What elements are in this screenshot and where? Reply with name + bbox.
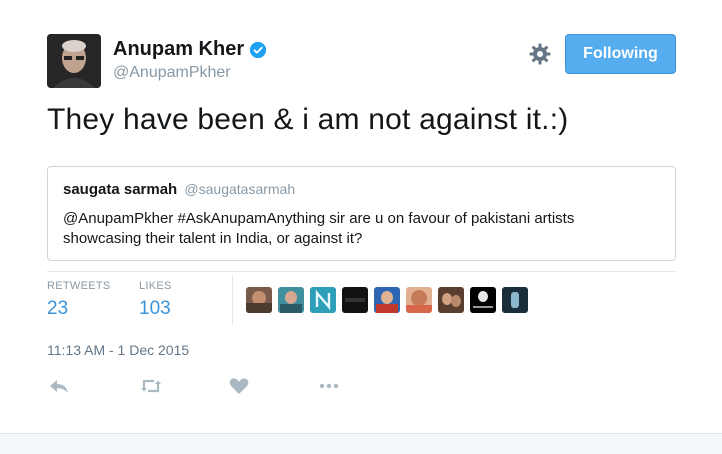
verified-badge-icon bbox=[250, 41, 267, 58]
following-button[interactable]: Following bbox=[565, 34, 676, 74]
author-name-row: Anupam Kher bbox=[113, 38, 267, 61]
retweets-label: RETWEETS bbox=[47, 280, 111, 292]
liker-avatar[interactable] bbox=[278, 287, 304, 313]
liker-avatar[interactable] bbox=[310, 287, 336, 313]
likes-stat[interactable]: LIKES 103 bbox=[139, 280, 172, 320]
author-handle[interactable]: @AnupamPkher bbox=[113, 64, 231, 82]
likes-count[interactable]: 103 bbox=[139, 298, 172, 320]
quoted-tweet-text: @AnupamPkher #AskAnupamAnything sir are … bbox=[63, 210, 575, 247]
quoted-author-handle: @saugatasarmah bbox=[184, 181, 296, 197]
more-icon[interactable] bbox=[317, 374, 341, 398]
retweet-icon[interactable] bbox=[139, 374, 163, 398]
retweets-stat[interactable]: RETWEETS 23 bbox=[47, 280, 111, 320]
heart-icon[interactable] bbox=[227, 374, 251, 398]
likers-avatar-row bbox=[246, 287, 534, 313]
tweet-text: They have been & i am not against it.:) bbox=[47, 103, 569, 136]
quoted-tweet-header: saugata sarmah @saugatasarmah bbox=[63, 181, 295, 198]
reply-area-background bbox=[0, 433, 722, 454]
author-name[interactable]: Anupam Kher bbox=[113, 38, 244, 61]
liker-avatar[interactable] bbox=[438, 287, 464, 313]
liker-avatar[interactable] bbox=[374, 287, 400, 313]
liker-avatar[interactable] bbox=[342, 287, 368, 313]
likes-label: LIKES bbox=[139, 280, 172, 292]
author-avatar[interactable] bbox=[47, 34, 101, 88]
tweet-timestamp[interactable]: 11:13 AM - 1 Dec 2015 bbox=[47, 342, 189, 358]
quoted-tweet[interactable]: saugata sarmah @saugatasarmah @AnupamPkh… bbox=[47, 166, 676, 261]
liker-avatar[interactable] bbox=[502, 287, 528, 313]
gear-icon[interactable] bbox=[528, 42, 552, 66]
quoted-author-name: saugata sarmah bbox=[63, 181, 178, 198]
tweet-card: Anupam Kher @AnupamPkher Following They … bbox=[0, 0, 722, 433]
stats-separator bbox=[232, 275, 233, 325]
retweets-count[interactable]: 23 bbox=[47, 298, 111, 320]
stats-top-divider bbox=[47, 271, 676, 272]
liker-avatar[interactable] bbox=[470, 287, 496, 313]
reply-icon[interactable] bbox=[47, 374, 71, 398]
liker-avatar[interactable] bbox=[406, 287, 432, 313]
liker-avatar[interactable] bbox=[246, 287, 272, 313]
